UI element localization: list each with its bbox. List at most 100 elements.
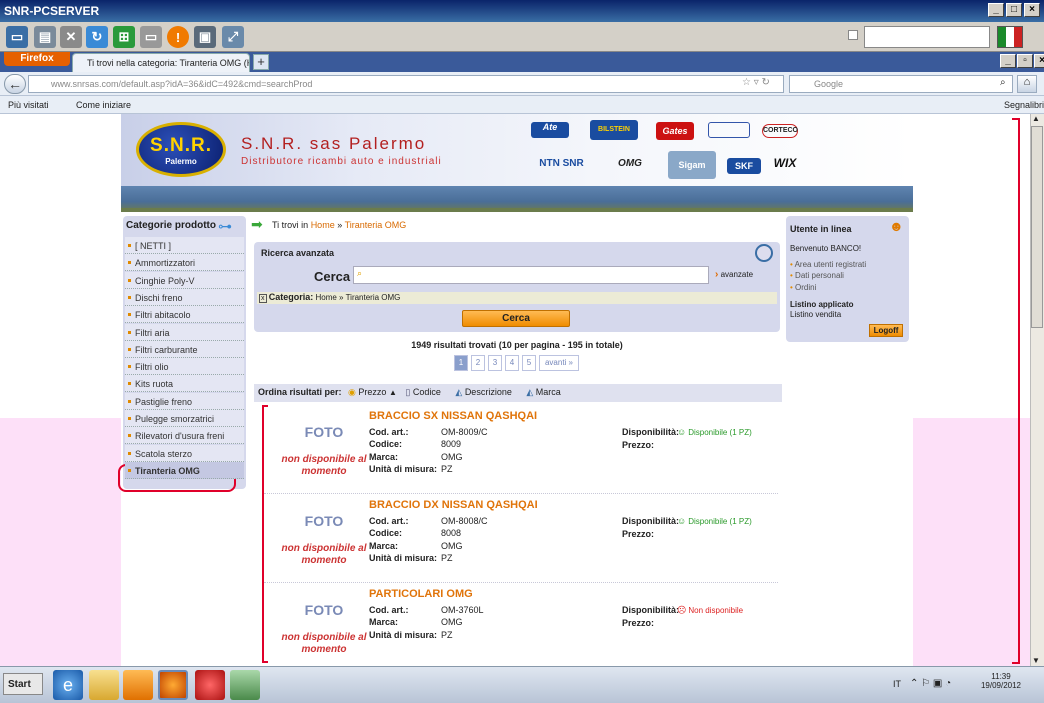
bookmarks-menu[interactable]: Segnalibri bbox=[1004, 100, 1044, 110]
sidebar-item[interactable]: Rilevatori d'usura freni bbox=[125, 427, 244, 445]
tray-icons[interactable]: ⌃ ⚐ ▣ ◔ bbox=[910, 678, 951, 689]
sidebar-item[interactable]: Ammortizzatori bbox=[125, 254, 244, 272]
breadcrumb-current[interactable]: Tiranteria OMG bbox=[345, 220, 407, 230]
alert-icon[interactable]: ! bbox=[167, 26, 189, 48]
navbar-stripe bbox=[121, 208, 913, 212]
logoff-button[interactable]: Logoff bbox=[869, 324, 903, 337]
drive-icon[interactable]: ▭ bbox=[140, 26, 162, 48]
sidebar-item[interactable]: Scatola sterzo bbox=[125, 444, 244, 462]
tools-icon[interactable]: ✕ bbox=[60, 26, 82, 48]
page-link[interactable]: 1 bbox=[454, 355, 468, 371]
brand-omg[interactable]: OMG bbox=[607, 158, 653, 172]
advanced-link[interactable]: › avanzate bbox=[715, 269, 753, 280]
search-button[interactable]: Cerca bbox=[462, 310, 570, 327]
annotation-bracket-scroll bbox=[1012, 118, 1020, 664]
minimize-button[interactable]: _ bbox=[988, 3, 1004, 17]
close-button[interactable]: × bbox=[1024, 3, 1040, 17]
brand-bilstein[interactable]: BILSTEIN bbox=[590, 120, 638, 140]
sidebar-item[interactable]: Pastiglie freno bbox=[125, 392, 244, 410]
brand-wix[interactable]: WIX bbox=[772, 156, 798, 174]
sort-description[interactable]: Descrizione bbox=[465, 387, 512, 397]
sidebar-item[interactable]: Tiranteria OMG bbox=[125, 461, 244, 479]
brand-gates[interactable]: Gates bbox=[656, 122, 694, 140]
bookmark-most-visited[interactable]: Più visitati bbox=[8, 100, 49, 110]
search-icon[interactable]: ⌕ bbox=[1000, 77, 1006, 88]
sidebar-item[interactable]: [ NETTI ] bbox=[125, 237, 244, 254]
flag-icon[interactable] bbox=[997, 26, 1023, 48]
url-bar[interactable]: www.snrsas.com/default.asp?idA=36&idC=49… bbox=[28, 75, 784, 93]
site-logo[interactable]: S.N.R. Palermo bbox=[136, 122, 226, 177]
product-title[interactable]: BRACCIO DX NISSAN QASHQAI bbox=[369, 499, 538, 511]
strawberry-icon[interactable] bbox=[195, 670, 225, 700]
collapse-icon[interactable]: x bbox=[259, 294, 267, 303]
page-link[interactable]: 2 bbox=[471, 355, 485, 371]
sidebar-item[interactable]: Filtri carburante bbox=[125, 340, 244, 358]
sidebar-item[interactable]: Cinghie Poly-V bbox=[125, 271, 244, 289]
next-page-link[interactable]: avanti » bbox=[539, 355, 579, 371]
windows-logo-icon[interactable]: ⊞ bbox=[113, 26, 135, 48]
page-link[interactable]: 5 bbox=[522, 355, 536, 371]
windows-icon[interactable]: ▤ bbox=[34, 26, 56, 48]
photo-label: FOTO bbox=[304, 602, 344, 618]
firefox-icon[interactable] bbox=[158, 670, 188, 700]
sort-code[interactable]: Codice bbox=[413, 387, 441, 397]
ff-minimize-button[interactable]: _ bbox=[1000, 54, 1016, 68]
disconnect-icon[interactable]: ▣ bbox=[194, 26, 216, 48]
start-button[interactable]: Start bbox=[3, 673, 43, 695]
product-title[interactable]: PARTICOLARI OMG bbox=[369, 588, 473, 600]
home-button[interactable]: ⌂ bbox=[1017, 75, 1037, 93]
new-tab-button[interactable]: + bbox=[253, 54, 269, 70]
brand-sigam[interactable]: Sigam bbox=[668, 151, 716, 179]
scrollbar-thumb[interactable] bbox=[1031, 126, 1043, 328]
user-link-area[interactable]: • Area utenti registrati bbox=[790, 260, 866, 269]
user-link-orders[interactable]: • Ordini bbox=[790, 283, 816, 292]
bookmark-getting-started[interactable]: Come iniziare bbox=[76, 100, 131, 110]
ff-restore-button[interactable]: ▫ bbox=[1017, 54, 1033, 68]
brand-ate[interactable]: Ate bbox=[531, 122, 569, 138]
tool-icon[interactable] bbox=[230, 670, 260, 700]
checkbox[interactable] bbox=[848, 30, 858, 40]
field-label: Marca: bbox=[369, 617, 399, 628]
sidebar-item[interactable]: Filtri olio bbox=[125, 358, 244, 376]
explorer-icon[interactable] bbox=[89, 670, 119, 700]
sidebar-item[interactable]: Kits ruota bbox=[125, 375, 244, 393]
scroll-down-icon[interactable]: ▼ bbox=[1032, 656, 1040, 665]
breadcrumb-home[interactable]: Home bbox=[311, 220, 335, 230]
remote-input[interactable] bbox=[864, 26, 990, 48]
fullscreen-icon[interactable]: ⤢ bbox=[222, 26, 244, 48]
brand-ntn-snr[interactable]: NTN SNR bbox=[530, 158, 593, 172]
brand-lemforder[interactable] bbox=[708, 122, 750, 138]
brand-skf[interactable]: SKF bbox=[727, 158, 761, 174]
monitor-icon[interactable]: ▭ bbox=[6, 26, 28, 48]
scroll-up-icon[interactable]: ▲ bbox=[1032, 114, 1040, 123]
page-link[interactable]: 4 bbox=[505, 355, 519, 371]
sort-price[interactable]: Prezzo bbox=[358, 387, 386, 397]
sidebar-item[interactable]: Dischi freno bbox=[125, 288, 244, 306]
language-indicator[interactable]: IT bbox=[893, 679, 901, 689]
tab-active[interactable]: Ti trovi nella categoria: Tiranteria OMG… bbox=[72, 53, 250, 72]
sort-brand[interactable]: Marca bbox=[536, 387, 561, 397]
product-photo-placeholder: FOTO non disponibile al momento bbox=[269, 424, 379, 478]
user-link-personal[interactable]: • Dati personali bbox=[790, 271, 844, 280]
refresh-icon[interactable]: ↻ bbox=[86, 26, 108, 48]
brand-corteco[interactable]: CORTECO bbox=[762, 124, 798, 138]
ie-icon[interactable]: e bbox=[53, 670, 83, 700]
sidebar-item[interactable]: Filtri aria bbox=[125, 323, 244, 341]
ff-close-button[interactable]: × bbox=[1034, 54, 1044, 68]
sidebar-item[interactable]: Filtri abitacolo bbox=[125, 306, 244, 324]
sidebar-item[interactable]: Pulegge smorzatrici bbox=[125, 410, 244, 427]
firefox-menu-button[interactable]: Firefox bbox=[4, 52, 70, 66]
user-link-personal-label: Dati personali bbox=[795, 271, 844, 280]
bookmark-star-icon[interactable]: ☆ ▿ ↻ bbox=[742, 77, 770, 88]
clock[interactable]: 11:39 19/09/2012 bbox=[978, 672, 1024, 690]
sort-asc-icon[interactable]: ▲ bbox=[389, 388, 397, 397]
search-box[interactable]: Google bbox=[789, 75, 1013, 93]
back-button[interactable]: ← bbox=[4, 74, 26, 94]
breadcrumb-prefix: Ti trovi in bbox=[272, 220, 309, 230]
search-input[interactable]: ⌕ bbox=[353, 266, 709, 284]
field-value: OM-3760L bbox=[441, 605, 484, 615]
page-link[interactable]: 3 bbox=[488, 355, 502, 371]
media-icon[interactable] bbox=[123, 670, 153, 700]
product-title[interactable]: BRACCIO SX NISSAN QASHQAI bbox=[369, 410, 537, 422]
maximize-button[interactable]: □ bbox=[1006, 3, 1022, 17]
